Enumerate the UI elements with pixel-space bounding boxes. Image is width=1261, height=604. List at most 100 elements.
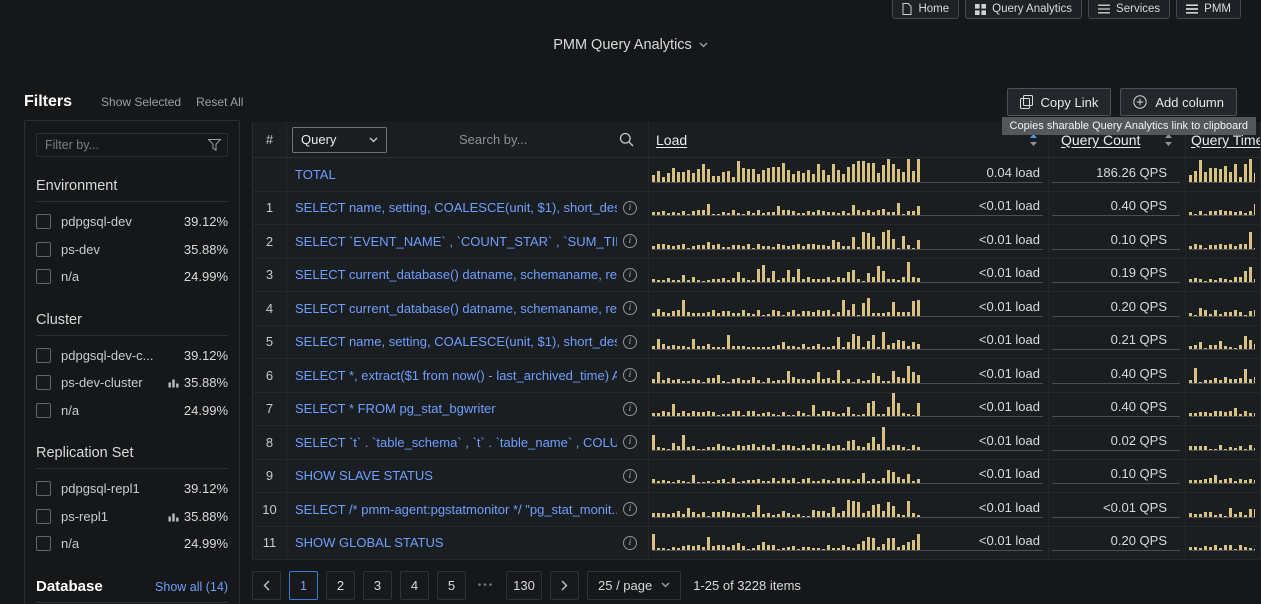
query-count-value: 186.26 QPS <box>1096 165 1167 180</box>
nav-home-button[interactable]: Home <box>892 0 959 19</box>
query-link[interactable]: SELECT current_database() datname, schem… <box>295 301 617 316</box>
page-button-3[interactable]: 3 <box>363 571 392 600</box>
previous-page-button[interactable] <box>252 571 281 600</box>
filter-item[interactable]: ps-repl135.88% <box>36 503 228 531</box>
table-row[interactable]: 6SELECT *, extract($1 from now() - last_… <box>253 359 1261 393</box>
filter-item[interactable]: pdpgsql-repl139.12% <box>36 475 228 503</box>
page-button-4[interactable]: 4 <box>400 571 429 600</box>
filter-item[interactable]: pdpgsql-dev-c...39.12% <box>36 342 228 370</box>
query-column-dropdown[interactable]: Query <box>292 127 387 153</box>
row-number: 4 <box>253 292 287 325</box>
filter-label: ps-dev-cluster <box>61 375 143 390</box>
query-link[interactable]: SELECT *, extract($1 from now() - last_a… <box>295 368 617 383</box>
checkbox[interactable] <box>36 214 51 229</box>
add-column-button[interactable]: Add column <box>1120 88 1237 116</box>
info-icon[interactable]: i <box>623 368 637 382</box>
load-sparkline <box>652 527 922 551</box>
load-value: <0.01 load <box>979 265 1040 280</box>
checkbox[interactable] <box>36 403 51 418</box>
filter-label: n/a <box>61 269 79 284</box>
document-icon <box>902 3 912 15</box>
query-link[interactable]: SELECT /* pmm-agent:pgstatmonitor */ "pg… <box>295 502 617 517</box>
funnel-icon[interactable] <box>208 139 221 151</box>
checkbox[interactable] <box>36 481 51 496</box>
query-link[interactable]: SHOW GLOBAL STATUS <box>295 535 617 550</box>
table-row[interactable]: 7SELECT * FROM pg_stat_bgwriteri<0.01 lo… <box>253 393 1261 427</box>
query-link[interactable]: SELECT current_database() datname, schem… <box>295 267 617 282</box>
filter-item[interactable]: ps-dev 35.88% <box>36 236 228 264</box>
table-row[interactable]: TOTAL0.04 load186.26 QPS <box>253 158 1261 192</box>
filter-item[interactable]: ps-dev-cluster 35.88% <box>36 369 228 397</box>
checkbox[interactable] <box>36 536 51 551</box>
nav-services-button[interactable]: Services <box>1088 0 1170 19</box>
filter-item[interactable]: n/a24.99% <box>36 397 228 425</box>
search-icon[interactable] <box>619 132 634 147</box>
filter-percentage: 24.99% <box>184 536 228 551</box>
load-value: <0.01 load <box>979 332 1040 347</box>
query-link[interactable]: SELECT `t` . `table_schema` , `t` . `tab… <box>295 435 617 450</box>
table-row[interactable]: 9SHOW SLAVE STATUSi<0.01 load0.10 QPS <box>253 460 1261 494</box>
checkbox[interactable] <box>36 269 51 284</box>
info-icon[interactable]: i <box>623 268 637 282</box>
filter-item[interactable]: pdpgsql-dev39.12% <box>36 208 228 236</box>
filter-item[interactable]: n/a24.99% <box>36 530 228 558</box>
checkbox[interactable] <box>36 242 51 257</box>
page-button-5[interactable]: 5 <box>437 571 466 600</box>
page-button-2[interactable]: 2 <box>326 571 355 600</box>
table-row[interactable]: 11SHOW GLOBAL STATUSi<0.01 load0.20 QPS <box>253 527 1261 561</box>
filter-percentage: 24.99% <box>184 269 228 284</box>
info-icon[interactable]: i <box>623 502 637 516</box>
info-icon[interactable]: i <box>623 335 637 349</box>
query-link[interactable]: SELECT name, setting, COALESCE(unit, $1)… <box>295 334 617 349</box>
copy-link-button[interactable]: Copy Link <box>1007 88 1112 116</box>
query-link[interactable]: SELECT `EVENT_NAME` , `COUNT_STAR` , `SU… <box>295 234 617 249</box>
column-load[interactable]: Load <box>656 132 687 148</box>
page-button-1[interactable]: 1 <box>289 571 318 600</box>
last-page-button[interactable]: 130 <box>506 571 542 600</box>
query-link[interactable]: SELECT name, setting, COALESCE(unit, $1)… <box>295 200 617 215</box>
filter-item[interactable]: n/a 24.99% <box>36 263 228 291</box>
page-size-select[interactable]: 25 / page <box>587 571 681 600</box>
table-row[interactable]: 10SELECT /* pmm-agent:pgstatmonitor */ "… <box>253 493 1261 527</box>
checkbox[interactable] <box>36 348 51 363</box>
query-link[interactable]: SELECT * FROM pg_stat_bgwriter <box>295 401 617 416</box>
info-icon[interactable]: i <box>623 435 637 449</box>
show-selected-link[interactable]: Show Selected <box>101 95 181 109</box>
info-icon[interactable]: i <box>623 536 637 550</box>
table-row[interactable]: 3SELECT current_database() datname, sche… <box>253 259 1261 293</box>
info-icon[interactable]: i <box>623 201 637 215</box>
nav-pmm-button[interactable]: PMM <box>1176 0 1241 19</box>
show-all-link[interactable]: Show all (14) <box>155 574 228 600</box>
info-icon[interactable]: i <box>623 234 637 248</box>
info-icon[interactable]: i <box>623 402 637 416</box>
next-page-button[interactable] <box>550 571 579 600</box>
table-row[interactable]: 4 SELECT current_database() datname, sche… <box>253 292 1261 326</box>
filter-by-input[interactable] <box>36 133 228 157</box>
search-input[interactable] <box>459 132 619 147</box>
query-link[interactable]: SHOW SLAVE STATUS <box>295 468 617 483</box>
checkbox[interactable] <box>36 375 51 390</box>
chevron-down-icon <box>661 582 670 588</box>
filter-sections: Environmentpdpgsql-dev39.12%ps-dev35.88%… <box>36 173 228 558</box>
table-row[interactable]: 8SELECT `t` . `table_schema` , `t` . `ta… <box>253 426 1261 460</box>
filter-percentage: 39.12% <box>184 348 228 363</box>
filter-percentage: 35.88% <box>184 375 228 390</box>
filter-percentage: 35.88% <box>184 242 228 257</box>
filter-percentage: 39.12% <box>184 481 228 496</box>
query-link[interactable]: TOTAL <box>295 167 648 182</box>
filter-label: ps-dev <box>61 242 100 257</box>
table-row[interactable]: 5SELECT name, setting, COALESCE(unit, $1… <box>253 326 1261 360</box>
pagination-ellipsis: ••• <box>474 580 498 591</box>
row-number: 7 <box>253 393 287 426</box>
checkbox[interactable] <box>36 509 51 524</box>
chevron-down-icon <box>369 137 378 143</box>
nav-query-analytics-button[interactable]: Query Analytics <box>965 0 1082 19</box>
table-row[interactable]: 1SELECT name, setting, COALESCE(unit, $1… <box>253 192 1261 226</box>
table-row[interactable]: 2SELECT `EVENT_NAME` , `COUNT_STAR` , `S… <box>253 225 1261 259</box>
page-title-dropdown[interactable]: PMM Query Analytics <box>0 37 1261 53</box>
query-time-sparkline <box>1189 158 1255 182</box>
info-icon[interactable]: i <box>623 301 637 315</box>
info-icon[interactable]: i <box>623 469 637 483</box>
query-time-sparkline <box>1189 393 1255 417</box>
reset-all-link[interactable]: Reset All <box>196 95 243 109</box>
